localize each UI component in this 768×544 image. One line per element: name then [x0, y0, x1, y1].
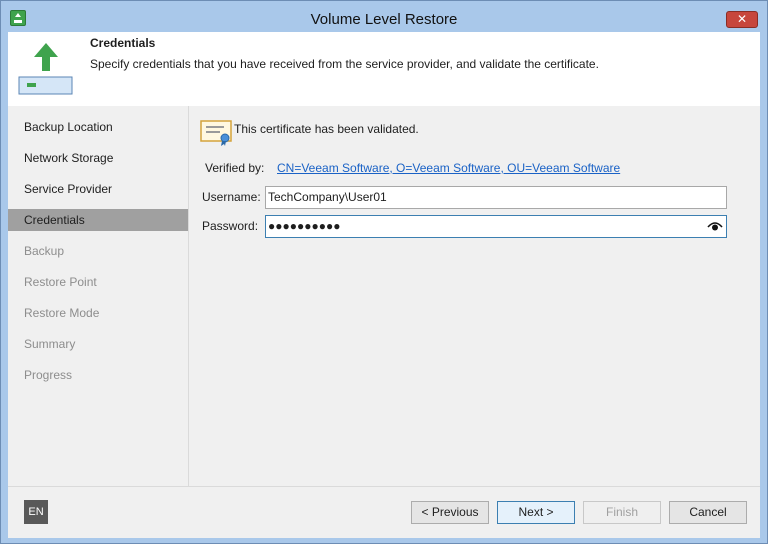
wizard-client: Credentials Specify credentials that you…	[8, 32, 760, 538]
step-backup: Backup	[24, 244, 65, 258]
next-button[interactable]: Next >	[497, 501, 575, 524]
step-restore-point: Restore Point	[24, 275, 97, 289]
step-backup-location[interactable]: Backup Location	[8, 116, 188, 138]
finish-button[interactable]: Finish	[583, 501, 661, 524]
wizard-footer: EN < Previous Next > Finish Cancel	[8, 486, 760, 538]
wizard-header: Credentials Specify credentials that you…	[8, 32, 760, 106]
password-field[interactable]: ●●●●●●●●●●	[265, 215, 727, 238]
username-value: TechCompany\User01	[268, 190, 387, 204]
password-value: ●●●●●●●●●●	[268, 219, 341, 233]
step-service-provider[interactable]: Service Provider	[8, 178, 188, 200]
step-credentials[interactable]: Credentials	[8, 209, 188, 231]
password-label: Password:	[202, 219, 259, 233]
certificate-status: This certificate has been validated.	[234, 122, 419, 136]
step-progress: Progress	[24, 368, 73, 382]
verified-by-label: Verified by:	[205, 161, 265, 175]
username-field[interactable]: TechCompany\User01	[265, 186, 727, 209]
step-network-storage[interactable]: Network Storage	[8, 147, 188, 169]
window-title: Volume Level Restore	[310, 11, 458, 28]
language-indicator[interactable]: EN	[24, 500, 48, 524]
previous-button[interactable]: < Previous	[411, 501, 489, 524]
credentials-panel: This certificate has been validated. Ver…	[189, 106, 760, 486]
page-title: Credentials	[90, 36, 156, 50]
step-summary: Summary	[24, 337, 76, 351]
step-restore-mode: Restore Mode	[24, 306, 100, 320]
page-description: Specify credentials that you have receiv…	[90, 57, 599, 71]
username-label: Username:	[202, 190, 261, 204]
show-password-icon[interactable]	[707, 220, 723, 232]
close-button[interactable]: ✕	[726, 11, 758, 28]
restore-upload-icon	[18, 43, 73, 95]
cancel-button[interactable]: Cancel	[669, 501, 747, 524]
title-bar: Volume Level Restore ✕	[1, 1, 767, 32]
steps-sidebar: Backup Location Network Storage Service …	[8, 106, 188, 486]
wizard-window: Volume Level Restore ✕ Credentials Speci…	[0, 0, 768, 544]
certificate-link[interactable]: CN=Veeam Software, O=Veeam Software, OU=…	[277, 161, 620, 175]
certificate-icon	[200, 120, 232, 146]
